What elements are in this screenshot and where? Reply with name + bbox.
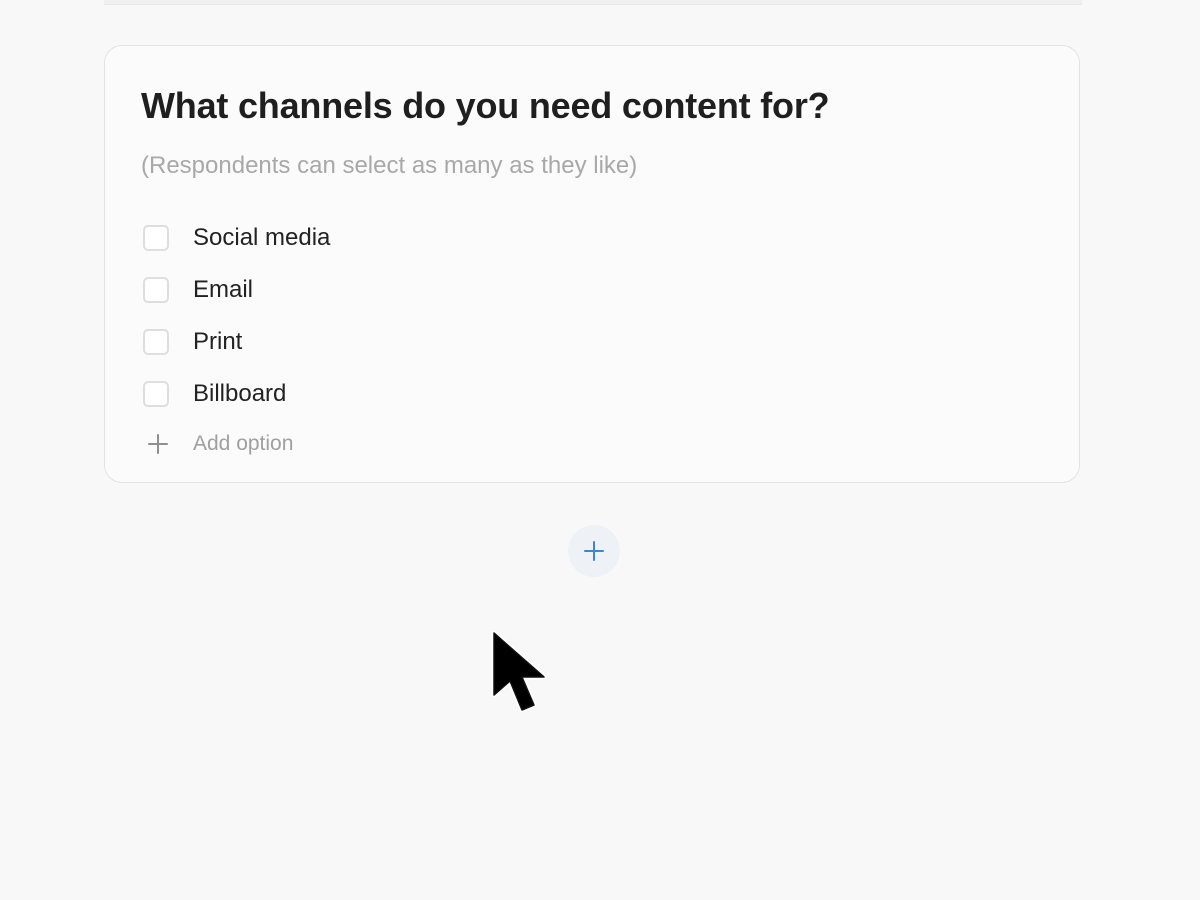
add-option-label: Add option xyxy=(193,432,294,455)
question-title[interactable]: What channels do you need content for? xyxy=(141,84,830,128)
previous-card-edge xyxy=(104,0,1082,5)
option-label-social-media[interactable]: Social media xyxy=(193,222,330,254)
option-checkbox[interactable] xyxy=(143,225,169,251)
add-question-button[interactable] xyxy=(568,525,620,577)
question-helper-text: (Respondents can select as many as they … xyxy=(141,152,638,179)
plus-icon xyxy=(582,539,606,563)
option-checkbox[interactable] xyxy=(143,277,169,303)
answer-option-row[interactable]: Billboard xyxy=(143,368,843,420)
answer-option-row[interactable]: Print xyxy=(143,316,843,368)
option-label-billboard[interactable]: Billboard xyxy=(193,378,286,410)
option-label-print[interactable]: Print xyxy=(193,326,242,358)
answer-option-row[interactable]: Email xyxy=(143,264,843,316)
option-checkbox[interactable] xyxy=(143,381,169,407)
form-builder-page: What channels do you need content for? (… xyxy=(0,0,1200,900)
option-checkbox[interactable] xyxy=(143,329,169,355)
answer-option-row[interactable]: Social media xyxy=(143,212,843,264)
option-label-email[interactable]: Email xyxy=(193,274,253,306)
plus-icon xyxy=(147,433,169,455)
answer-options-list: Social media Email Print Billboard xyxy=(143,212,843,420)
question-card[interactable]: What channels do you need content for? (… xyxy=(104,45,1080,483)
add-option-button[interactable]: Add option xyxy=(147,426,293,462)
mouse-pointer-icon xyxy=(491,630,547,713)
